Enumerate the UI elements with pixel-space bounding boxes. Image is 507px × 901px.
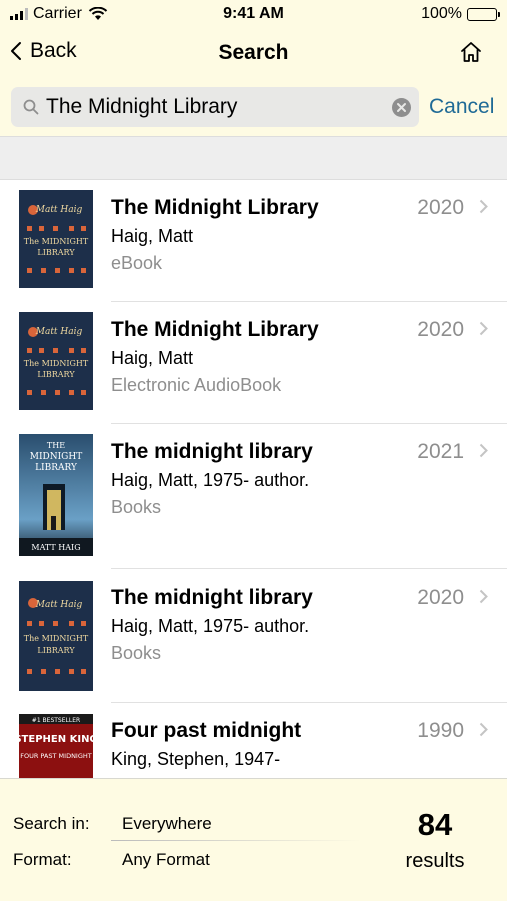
search-input[interactable]: The Midnight Library	[11, 87, 419, 127]
svg-text:STEPHEN KING: STEPHEN KING	[19, 734, 93, 745]
book-cover: THE MIDNIGHT LIBRARY MATT HAIG	[19, 434, 93, 556]
result-author: Haig, Matt, 1975- author.	[111, 616, 310, 636]
search-in-value[interactable]: Everywhere	[122, 814, 212, 834]
list-item[interactable]: THE MIDNIGHT LIBRARY MATT HAIG The midni…	[0, 424, 507, 569]
cancel-button[interactable]: Cancel	[429, 95, 494, 119]
svg-text:The MIDNIGHT: The MIDNIGHT	[24, 359, 89, 368]
search-bar: The Midnight Library Cancel	[0, 78, 507, 137]
book-cover: Matt Haig The MIDNIGHT LIBRARY	[19, 190, 93, 288]
result-year: 2020	[417, 318, 464, 341]
result-author: Haig, Matt	[111, 348, 194, 368]
battery-percent: 100%	[421, 5, 462, 22]
battery-indicator: 100%	[421, 5, 500, 23]
status-bar: Carrier 9:41 AM 100%	[0, 0, 507, 30]
book-cover: Matt Haig The MIDNIGHT LIBRARY	[19, 312, 93, 410]
svg-text:#1 BESTSELLER: #1 BESTSELLER	[32, 717, 80, 724]
book-cover: Matt Haig The MIDNIGHT LIBRARY	[19, 581, 93, 691]
result-title: The midnight library	[111, 586, 313, 609]
result-format: Books	[111, 643, 162, 663]
section-spacer	[0, 137, 507, 180]
svg-text:FOUR PAST MIDNIGHT: FOUR PAST MIDNIGHT	[20, 752, 92, 760]
result-year: 2021	[417, 440, 464, 463]
svg-text:MIDNIGHT: MIDNIGHT	[30, 452, 82, 462]
search-query: The Midnight Library	[46, 95, 238, 118]
footer-divider	[111, 840, 361, 841]
result-year: 2020	[417, 196, 464, 219]
svg-text:The MIDNIGHT: The MIDNIGHT	[24, 634, 89, 643]
result-author: Haig, Matt, 1975- author.	[111, 470, 310, 490]
svg-text:MATT HAIG: MATT HAIG	[31, 543, 80, 552]
result-year: 2020	[417, 586, 464, 609]
result-count-label: results	[405, 850, 465, 872]
svg-text:LIBRARY: LIBRARY	[35, 463, 78, 473]
result-count: 84	[417, 807, 453, 842]
chevron-right-icon	[479, 722, 488, 737]
chevron-right-icon	[479, 443, 488, 458]
svg-text:THE: THE	[47, 441, 65, 450]
result-year: 1990	[417, 719, 464, 742]
chevron-right-icon	[479, 589, 488, 604]
search-summary-footer: Search in: Everywhere Format: Any Format…	[0, 778, 507, 901]
format-value[interactable]: Any Format	[122, 850, 210, 870]
list-item[interactable]: #1 BESTSELLER STEPHEN KING FOUR PAST MID…	[0, 703, 507, 778]
clear-icon[interactable]	[392, 98, 411, 117]
list-item[interactable]: Matt Haig The MIDNIGHT LIBRARY The Midni…	[0, 180, 507, 302]
chevron-right-icon	[479, 321, 488, 336]
battery-icon	[467, 7, 500, 21]
svg-text:LIBRARY: LIBRARY	[37, 370, 75, 379]
result-author: King, Stephen, 1947-	[111, 749, 281, 769]
result-title: The midnight library	[111, 440, 313, 463]
chevron-right-icon	[479, 199, 488, 214]
result-format: Electronic AudioBook	[111, 375, 282, 395]
format-label: Format:	[13, 850, 72, 869]
search-in-label: Search in:	[13, 814, 90, 833]
svg-text:Matt Haig: Matt Haig	[35, 327, 83, 337]
svg-text:Matt Haig: Matt Haig	[35, 205, 83, 215]
svg-text:LIBRARY: LIBRARY	[37, 248, 75, 257]
result-format: Books	[111, 497, 162, 517]
list-item[interactable]: Matt Haig The MIDNIGHT LIBRARY The Midni…	[0, 302, 507, 424]
home-icon[interactable]	[459, 40, 483, 64]
list-item[interactable]: Matt Haig The MIDNIGHT LIBRARY The midni…	[0, 569, 507, 703]
result-title: The Midnight Library	[111, 318, 319, 341]
result-format: eBook	[111, 253, 163, 273]
result-title: Four past midnight	[111, 719, 302, 742]
svg-text:The MIDNIGHT: The MIDNIGHT	[24, 237, 89, 246]
navigation-bar: Back Search	[0, 30, 507, 78]
svg-text:LIBRARY: LIBRARY	[37, 646, 75, 655]
result-author: Haig, Matt	[111, 226, 194, 246]
svg-text:Matt Haig: Matt Haig	[35, 600, 83, 610]
book-cover: #1 BESTSELLER STEPHEN KING FOUR PAST MID…	[19, 714, 93, 778]
page-title: Search	[218, 41, 289, 64]
result-title: The Midnight Library	[111, 196, 319, 219]
search-icon	[23, 99, 39, 115]
results-list: Matt Haig The MIDNIGHT LIBRARY The Midni…	[0, 180, 507, 778]
